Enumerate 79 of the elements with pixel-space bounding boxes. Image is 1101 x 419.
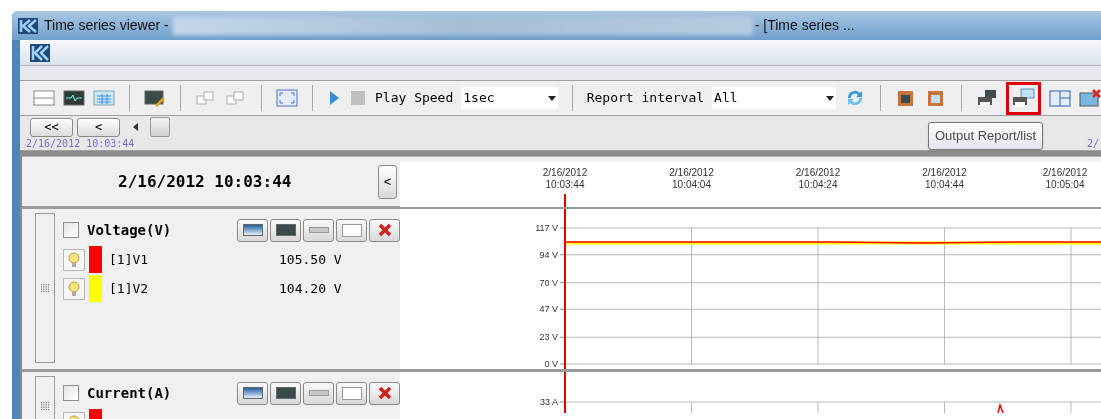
app-logo-icon[interactable] [30, 43, 50, 62]
axis-label: 33 A [539, 397, 558, 407]
time-axis-label: 2/16/2012 10:04:04 [669, 167, 714, 190]
printer-list-icon [1011, 88, 1036, 108]
channel-name: [1]V1 [109, 250, 150, 269]
lightbulb-icon [68, 280, 80, 297]
checkbox[interactable] [63, 222, 79, 238]
panel-title: Voltage(V) [87, 220, 173, 240]
caret-icon [547, 95, 556, 101]
end-time-label: 2/ [1086, 139, 1099, 149]
link-windows-icon[interactable] [195, 89, 217, 107]
split-layout-icon[interactable] [1049, 89, 1071, 107]
close-icon [376, 385, 393, 401]
lightbulb-button[interactable] [63, 248, 85, 271]
channel-value: 105.50 V [279, 250, 342, 269]
tick-mark [559, 363, 566, 365]
tick-mark [559, 254, 566, 256]
current-spike-line [997, 402, 1004, 413]
table-icon[interactable] [93, 89, 115, 107]
time-axis-label: 2/16/2012 10:05:04 [1042, 167, 1088, 190]
gradient-view-button[interactable] [237, 381, 268, 405]
back-button[interactable]: < [378, 164, 397, 199]
axis-label: 94 V [539, 249, 558, 260]
close-panel-button[interactable] [369, 381, 400, 405]
tooltip: Output Report/list [928, 122, 1044, 150]
axis-label: 47 V [539, 304, 558, 315]
image-delete-icon[interactable] [1079, 89, 1101, 107]
axis-label: 117 V [535, 223, 558, 233]
maximize-panel-button[interactable] [336, 381, 367, 405]
fullscreen-icon[interactable] [276, 89, 298, 107]
axis-label: 0 V [544, 359, 558, 369]
tick-mark [559, 282, 566, 284]
lightbulb-icon [68, 251, 80, 268]
maximize-panel-button[interactable] [336, 218, 367, 242]
waveform-edit-icon[interactable] [144, 89, 166, 107]
grip-icon [40, 401, 50, 411]
output-report-button[interactable] [1005, 81, 1041, 115]
scroll-back-button[interactable]: < [77, 117, 120, 137]
time-axis-label: 2/16/2012 10:04:44 [922, 167, 967, 190]
play-speed-label: Play Speed [375, 89, 454, 108]
drag-handle[interactable] [35, 376, 55, 419]
report-interval-label: Report interval [586, 89, 705, 108]
axis-label: 70 V [539, 277, 558, 288]
gradient-view-button[interactable] [237, 218, 268, 242]
caret-icon [825, 95, 834, 101]
play-icon[interactable] [327, 89, 341, 107]
time-axis-label: 2/16/2012 10:04:24 [795, 167, 841, 190]
tick-mark [559, 401, 566, 403]
play-speed-dropdown[interactable]: 1sec [461, 87, 558, 109]
cursor-time: 2/16/2012 10:03:44 [118, 170, 293, 193]
windows-icon[interactable] [225, 89, 247, 107]
window-title-suffix: - [Time series ... [754, 16, 855, 35]
left-arrow-icon[interactable] [132, 123, 140, 131]
tick-mark [559, 227, 566, 229]
cursor-line[interactable] [564, 193, 566, 207]
tick-mark [559, 308, 566, 310]
grip-icon [40, 283, 50, 293]
lightbulb-button[interactable] [63, 277, 85, 300]
channel-value: 104.20 V [279, 279, 342, 298]
close-panel-button[interactable] [369, 218, 400, 242]
channel-name: [1]V2 [109, 279, 150, 298]
drag-handle[interactable] [35, 213, 55, 363]
scroll-thumb[interactable] [150, 117, 170, 137]
start-time-label: 2/16/2012 10:03:44 [26, 139, 135, 149]
window-title: Time series viewer - [44, 16, 169, 35]
checkbox[interactable] [63, 385, 79, 401]
time-axis-label: 2/16/2012 10:03:44 [542, 167, 588, 190]
axis-label: 23 V [539, 332, 558, 343]
layout-rows-icon[interactable] [33, 89, 55, 107]
tick-mark [559, 336, 566, 338]
panel-title: Current(A) [87, 383, 173, 403]
app-logo-icon [18, 17, 38, 34]
waveform-edit-button[interactable] [270, 218, 301, 242]
waveform-monitor-icon[interactable] [63, 89, 85, 107]
report-interval-dropdown[interactable]: All [712, 87, 836, 109]
scroll-back-button[interactable]: << [30, 117, 73, 137]
printer-icon[interactable] [975, 89, 998, 107]
close-icon [376, 222, 393, 238]
waveform-edit-button[interactable] [270, 381, 301, 405]
